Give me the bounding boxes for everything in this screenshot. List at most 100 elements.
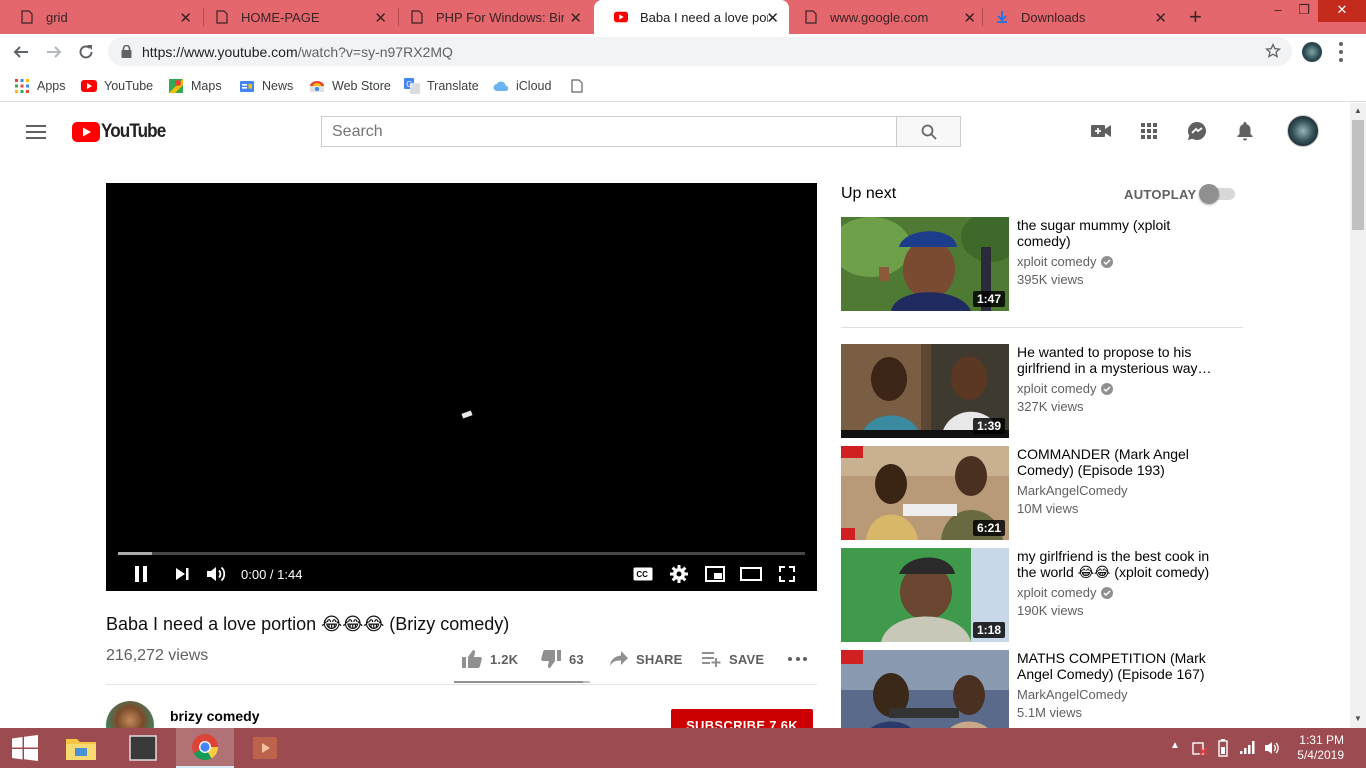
menu-kebab-icon[interactable] <box>1338 42 1344 62</box>
battery-icon[interactable] <box>1218 739 1228 762</box>
scroll-down-arrow-icon[interactable]: ▼ <box>1354 714 1362 723</box>
recommendation-title[interactable]: MATHS COMPETITION (Mark Angel Comedy) (E… <box>1017 650 1227 682</box>
chrome-taskbar-icon[interactable] <box>176 728 234 768</box>
maximize-icon[interactable]: ❐ <box>1290 0 1318 22</box>
back-button[interactable] <box>8 40 34 64</box>
bookmark-translate[interactable]: G Translate <box>404 77 479 95</box>
recommendation-channel[interactable]: xploit comedy <box>1017 585 1114 600</box>
autoplay-toggle[interactable] <box>1199 184 1235 204</box>
pause-icon[interactable] <box>130 563 152 585</box>
profile-avatar[interactable] <box>1302 42 1322 62</box>
recommendation-item[interactable]: 1:47 the sugar mummy (xploit comedy) xpl… <box>841 217 1241 313</box>
tab-downloads[interactable]: Downloads ✕ <box>975 0 1177 34</box>
search-button[interactable] <box>896 116 961 147</box>
volume-speaker-icon[interactable] <box>1264 740 1280 761</box>
more-actions-icon[interactable] <box>788 657 807 661</box>
bookmark-maps[interactable]: Maps <box>168 77 222 95</box>
new-tab-button[interactable]: + <box>1189 4 1202 30</box>
tab-title: Baba I need a love portio <box>640 9 768 25</box>
recommendation-title[interactable]: the sugar mummy (xploit comedy) <box>1017 217 1227 249</box>
file-explorer-icon[interactable] <box>52 728 110 768</box>
reload-button[interactable] <box>73 40 99 64</box>
next-video-icon[interactable] <box>172 563 192 585</box>
video-thumbnail[interactable]: 6:21 <box>841 446 1009 540</box>
bookmark-icloud[interactable]: iCloud <box>493 77 551 95</box>
recommendation-channel[interactable]: xploit comedy <box>1017 381 1114 396</box>
recommendation-channel[interactable]: MarkAngelComedy <box>1017 687 1128 702</box>
browser-toolbar: https://www.youtube.com/watch?v=sy-n97RX… <box>0 34 1366 70</box>
search-icon <box>921 124 937 140</box>
signal-strength-icon[interactable] <box>1240 740 1256 759</box>
recommendation-item[interactable]: 1:39 He wanted to propose to his girlfri… <box>841 344 1241 440</box>
tab-home-page[interactable]: HOME-PAGE ✕ <box>195 0 397 34</box>
bookmark-page[interactable] <box>569 77 592 95</box>
channel-name-text: xploit comedy <box>1017 381 1097 396</box>
search-input[interactable] <box>322 117 897 146</box>
like-button[interactable]: 1.2K <box>462 648 518 670</box>
web-store-icon <box>309 78 325 94</box>
verified-check-icon <box>1101 586 1114 599</box>
forward-button[interactable] <box>41 40 67 64</box>
media-player-icon[interactable] <box>236 728 294 768</box>
system-clock[interactable]: 1:31 PM 5/4/2019 <box>1297 733 1344 763</box>
recommendation-channel[interactable]: xploit comedy <box>1017 254 1114 269</box>
messages-icon[interactable] <box>1184 118 1210 144</box>
tab-close-icon[interactable]: ✕ <box>179 9 192 27</box>
show-hidden-icons-chevron[interactable]: ▲ <box>1170 740 1180 751</box>
recommendation-title[interactable]: my girlfriend is the best cook in the wo… <box>1017 548 1227 580</box>
save-button[interactable]: SAVE <box>702 648 764 670</box>
recommendation-title[interactable]: He wanted to propose to his girlfriend i… <box>1017 344 1227 376</box>
apps-grid-icon[interactable] <box>1136 118 1162 144</box>
bookmark-news[interactable]: News <box>239 77 293 95</box>
tab-close-icon[interactable]: ✕ <box>374 9 387 27</box>
share-button[interactable]: SHARE <box>610 648 683 670</box>
hamburger-menu-icon[interactable] <box>26 125 46 139</box>
recommendation-channel[interactable]: MarkAngelComedy <box>1017 483 1128 498</box>
recommendation-item[interactable]: 6:21 COMMANDER (Mark Angel Comedy) (Epis… <box>841 446 1241 542</box>
youtube-logo[interactable]: YouTube <box>72 121 172 143</box>
subtitles-cc-icon[interactable]: CC <box>632 563 654 585</box>
close-window-icon[interactable]: ✕ <box>1318 0 1366 22</box>
volume-icon[interactable] <box>205 563 229 585</box>
task-view-app-icon[interactable] <box>114 728 172 768</box>
tab-youtube-video[interactable]: Baba I need a love portio ✕ <box>594 0 789 34</box>
video-thumbnail[interactable]: 1:47 <box>841 217 1009 311</box>
start-button[interactable] <box>0 728 50 768</box>
video-player[interactable]: 0:00 / 1:44 CC <box>106 183 817 591</box>
account-avatar[interactable] <box>1287 115 1319 147</box>
tab-close-icon[interactable]: ✕ <box>569 9 582 27</box>
recommendation-title[interactable]: COMMANDER (Mark Angel Comedy) (Episode 1… <box>1017 446 1227 478</box>
scrollbar-thumb[interactable] <box>1352 120 1364 230</box>
tab-grid[interactable]: grid ✕ <box>0 0 202 34</box>
channel-name[interactable]: brizy comedy <box>170 708 259 724</box>
tab-close-icon[interactable]: ✕ <box>1154 9 1167 27</box>
tab-close-icon[interactable]: ✕ <box>766 9 779 27</box>
theater-mode-icon[interactable] <box>739 563 763 585</box>
bookmark-apps[interactable]: Apps <box>14 77 66 95</box>
recommendation-item[interactable]: 1:18 my girlfriend is the best cook in t… <box>841 548 1241 644</box>
bookmark-star-icon[interactable] <box>1265 43 1281 59</box>
miniplayer-icon[interactable] <box>704 563 726 585</box>
create-video-icon[interactable] <box>1088 118 1114 144</box>
video-thumbnail[interactable]: 1:39 <box>841 344 1009 438</box>
settings-gear-icon[interactable] <box>668 563 690 585</box>
tab-php-for-windows[interactable]: PHP For Windows: Binari ✕ <box>390 0 592 34</box>
address-bar[interactable]: https://www.youtube.com/watch?v=sy-n97RX… <box>108 37 1292 66</box>
duration-badge: 1:18 <box>972 622 1005 638</box>
tab-google[interactable]: www.google.com ✕ <box>784 0 986 34</box>
bookmark-youtube[interactable]: YouTube <box>81 77 153 95</box>
minimize-icon[interactable]: – <box>1264 0 1292 22</box>
page-icon <box>215 10 229 24</box>
url-host: https://www.youtube.com <box>142 44 298 60</box>
recommendation-views: 327K views <box>1017 399 1084 414</box>
recommendation-views: 190K views <box>1017 603 1084 618</box>
scroll-up-arrow-icon[interactable]: ▲ <box>1354 106 1362 115</box>
fullscreen-icon[interactable] <box>777 563 797 585</box>
bookmark-web-store[interactable]: Web Store <box>309 77 391 95</box>
notifications-bell-icon[interactable] <box>1232 118 1258 144</box>
progress-bar-track[interactable] <box>118 552 805 555</box>
dislike-button[interactable]: 63 <box>541 648 584 670</box>
video-thumbnail[interactable]: 1:18 <box>841 548 1009 642</box>
bookmark-label: iCloud <box>516 79 552 93</box>
network-error-icon[interactable] <box>1192 740 1208 761</box>
